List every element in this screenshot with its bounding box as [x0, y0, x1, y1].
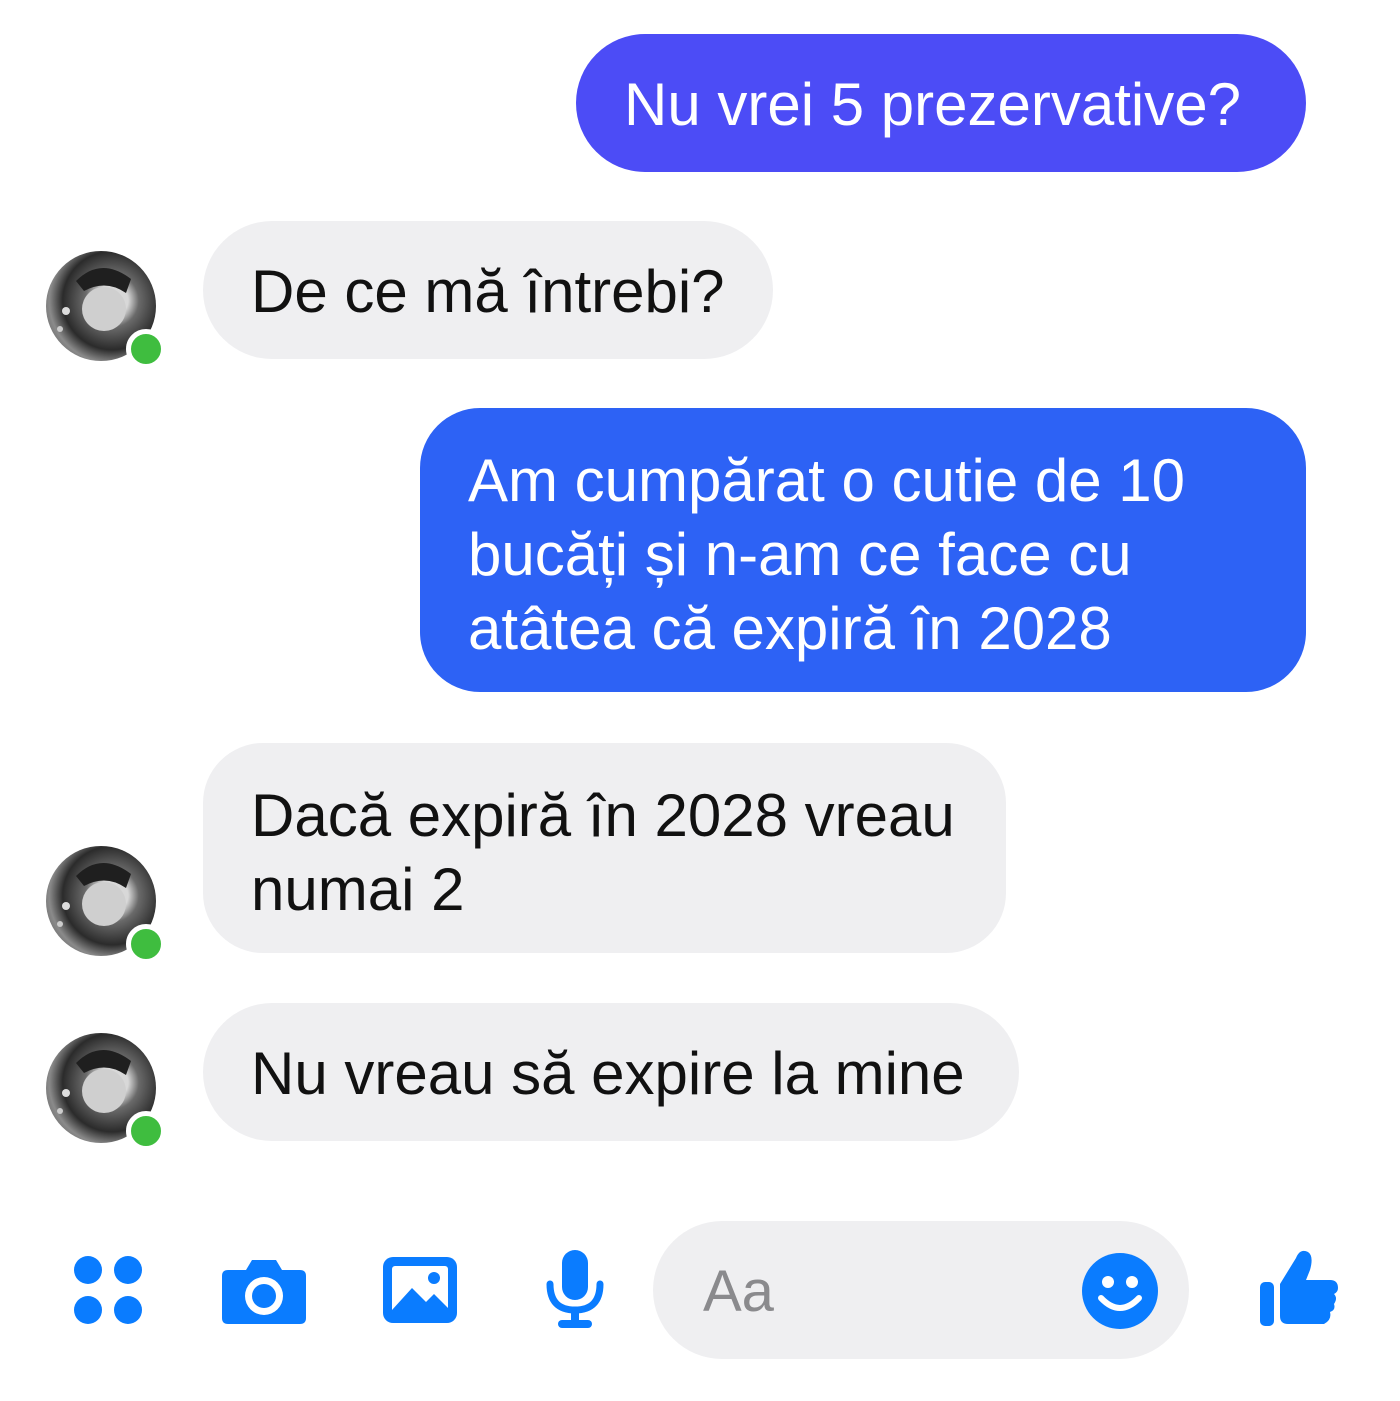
online-status-indicator — [126, 1111, 166, 1151]
message-bubble-incoming[interactable]: Dacă expiră în 2028 vreau numai 2 — [203, 743, 1006, 953]
camera-icon[interactable] — [220, 1256, 308, 1326]
message-bubble-outgoing[interactable]: Am cumpărat o cutie de 10 bucăți și n-am… — [420, 408, 1306, 692]
online-status-indicator — [126, 329, 166, 369]
contact-avatar[interactable] — [46, 1033, 166, 1151]
contact-avatar[interactable] — [46, 846, 166, 964]
contact-avatar[interactable] — [46, 251, 166, 369]
image-gallery-icon[interactable] — [380, 1254, 460, 1326]
smiley-emoji-icon[interactable] — [1081, 1252, 1159, 1330]
apps-grid-icon[interactable] — [72, 1254, 144, 1326]
message-bubble-incoming[interactable]: De ce mă întrebi? — [203, 221, 773, 359]
message-input[interactable] — [701, 1257, 1065, 1325]
microphone-icon[interactable] — [544, 1248, 606, 1330]
message-input-container[interactable] — [653, 1221, 1189, 1359]
online-status-indicator — [126, 924, 166, 964]
message-bubble-outgoing[interactable]: Nu vrei 5 prezervative? — [576, 34, 1306, 172]
thumbs-up-icon[interactable] — [1258, 1246, 1340, 1328]
message-bubble-incoming[interactable]: Nu vreau să expire la mine — [203, 1003, 1019, 1141]
